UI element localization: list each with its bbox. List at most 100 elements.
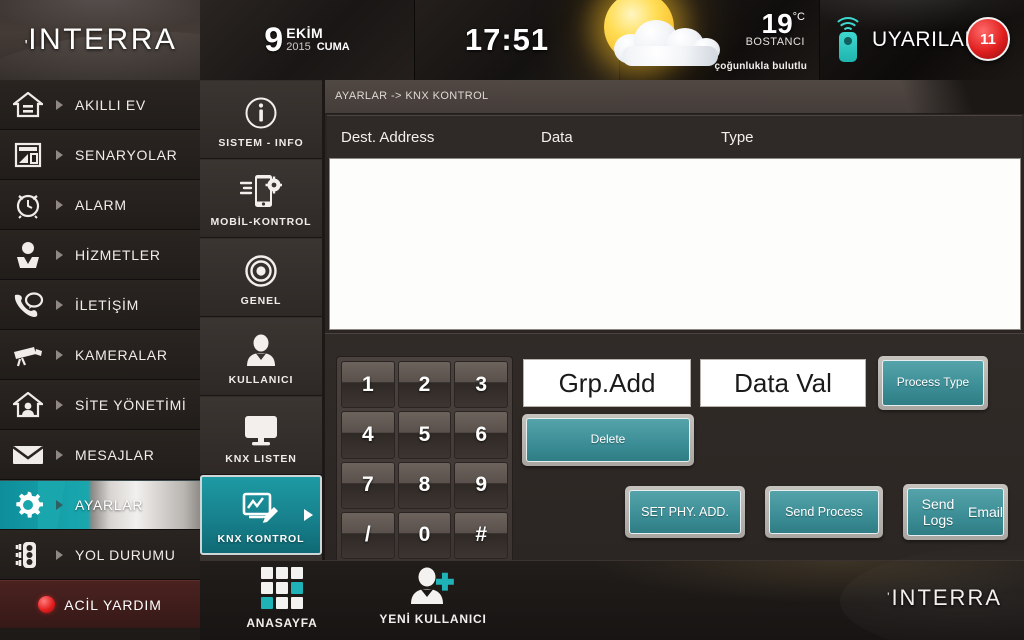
sidebar-item-label: AKILLI EV <box>75 97 146 113</box>
submenu-item-label: MOBİL-KONTROL <box>210 216 312 228</box>
send-process-label: Send Process <box>769 490 879 534</box>
chevron-right-icon <box>56 550 63 560</box>
process-type-button[interactable]: Process Type <box>878 356 988 410</box>
brand-logo-text: INTERRA <box>28 23 178 56</box>
gear-icon <box>0 490 56 520</box>
bottom-brand-text: INTERRA <box>891 585 1002 610</box>
concierge-person-icon <box>0 241 56 269</box>
sidebar-item-yol-durumu[interactable]: YOL DURUMU <box>0 530 200 580</box>
sidebar-item-hizmetler[interactable]: HİZMETLER <box>0 230 200 280</box>
submenu-item-kullanici[interactable]: KULLANICI <box>200 317 322 396</box>
chevron-right-icon <box>56 250 63 260</box>
sidebar-item-site-yonetimi[interactable]: SİTE YÖNETİMİ <box>0 380 200 430</box>
weather-temp-unit: °C <box>792 11 805 23</box>
phone-chat-icon <box>0 292 56 318</box>
process-type-label: Process Type <box>882 360 984 406</box>
app-root: 'INTERRA 9 EKİM 2015 CUMA 17:51 19°C BOS… <box>0 0 1024 640</box>
date-widget[interactable]: 9 EKİM 2015 CUMA <box>200 0 415 80</box>
home-icon <box>0 92 56 118</box>
sidebar-item-akilli-ev[interactable]: AKILLI EV <box>0 80 200 130</box>
keypad-key-0[interactable]: 0 <box>397 511 452 559</box>
weather-widget[interactable]: 19°C BOSTANCI çoğunlukla bulutlu <box>604 0 820 80</box>
submenu-item-knx-listen[interactable]: KNX LISTEN <box>200 396 322 475</box>
delete-label: Delete <box>526 418 690 462</box>
sidebar-item-kameralar[interactable]: KAMERALAR <box>0 330 200 380</box>
keypad-key-1[interactable]: 1 <box>341 361 395 409</box>
bottom-item-label: ANASAYFA <box>246 616 318 630</box>
chevron-right-icon <box>56 400 63 410</box>
keypad-key-8[interactable]: 8 <box>397 461 452 509</box>
sidebar-item-label: SİTE YÖNETİMİ <box>75 397 187 413</box>
keypad-key-6[interactable]: 6 <box>454 411 508 459</box>
breadcrumb: AYARLAR -> KNX KONTROL <box>335 90 489 102</box>
keypad-key-3[interactable]: 3 <box>454 361 508 409</box>
knx-table-body[interactable] <box>329 158 1021 330</box>
chevron-right-icon <box>304 509 313 521</box>
bottom-bar: ANASAYFA YENİ KULLANICI 'INTERRA <box>200 541 1024 640</box>
keypad-key-2[interactable]: 2 <box>397 361 452 409</box>
keypad-key-7[interactable]: 7 <box>341 461 395 509</box>
add-user-icon <box>407 567 459 605</box>
sidebar-item-label: YOL DURUMU <box>75 547 176 563</box>
scenario-window-icon <box>0 142 56 168</box>
date-inner: 9 EKİM 2015 CUMA <box>264 23 349 57</box>
mobile-gear-icon <box>240 169 282 209</box>
clock-widget[interactable]: 17:51 <box>415 0 620 80</box>
envelope-icon <box>0 444 56 466</box>
keypad-key-5[interactable]: 5 <box>397 411 452 459</box>
emergency-help-label: ACİL YARDIM <box>64 596 162 613</box>
submenu-item-label: SISTEM - INFO <box>218 137 304 149</box>
weather-description: çoğunlukla bulutlu <box>714 61 807 72</box>
brand-logo-cell: 'INTERRA <box>0 0 200 80</box>
delete-button[interactable]: Delete <box>522 414 694 466</box>
send-logs-email-line2: Email <box>967 503 1003 520</box>
emergency-help-button[interactable]: ACİL YARDIM <box>0 580 200 628</box>
main-sidebar: AKILLI EV SENARYOLAR ALARM HİZMETLER İLE… <box>0 80 200 640</box>
target-circles-icon <box>244 248 278 288</box>
traffic-light-icon <box>0 541 56 569</box>
keypad-key-9[interactable]: 9 <box>454 461 508 509</box>
sidebar-item-senaryolar[interactable]: SENARYOLAR <box>0 130 200 180</box>
sidebar-item-label: İLETİŞİM <box>75 297 139 313</box>
submenu-item-knx-kontrol[interactable]: KNX KONTROL <box>200 475 322 555</box>
data-value-input[interactable]: Data Val <box>700 359 866 407</box>
keypad-key-slash[interactable]: / <box>341 511 395 559</box>
bottom-brand-tick: ' <box>887 590 892 604</box>
send-logs-email-label: Send Logs Email <box>907 488 1004 536</box>
date-weekday: CUMA <box>316 41 350 54</box>
column-header-data: Data <box>541 128 573 146</box>
remote-control-icon <box>833 17 863 62</box>
chevron-right-icon <box>56 100 63 110</box>
grid-apps-icon <box>261 567 303 609</box>
submenu-item-mobil-kontrol[interactable]: MOBİL-KONTROL <box>200 159 322 238</box>
keypad-key-4[interactable]: 4 <box>341 411 395 459</box>
sidebar-item-alarm[interactable]: ALARM <box>0 180 200 230</box>
alerts-widget[interactable]: UYARILAR 11 <box>820 0 1024 80</box>
column-header-type: Type <box>721 128 754 146</box>
sidebar-item-label: MESAJLAR <box>75 447 155 463</box>
chevron-right-icon <box>56 200 63 210</box>
keypad-key-hash[interactable]: # <box>454 511 508 559</box>
submenu-item-label: KNX LISTEN <box>225 453 297 465</box>
bottom-item-anasayfa[interactable]: ANASAYFA <box>222 567 342 630</box>
settings-submenu: SISTEM - INFO MOBİL-KONTROL GENEL KULLAN… <box>200 80 322 560</box>
sidebar-item-ayarlar[interactable]: AYARLAR <box>0 480 200 530</box>
send-logs-email-button[interactable]: Send Logs Email <box>903 484 1008 540</box>
chevron-right-icon <box>56 450 63 460</box>
sidebar-item-label: SENARYOLAR <box>75 147 178 163</box>
weather-temp-value: 19 <box>761 8 793 39</box>
bottom-item-yeni-kullanici[interactable]: YENİ KULLANICI <box>373 567 493 626</box>
set-physical-address-button[interactable]: SET PHY. ADD. <box>625 486 745 538</box>
sidebar-item-iletisim[interactable]: İLETİŞİM <box>0 280 200 330</box>
knx-table-header: Dest. Address Data Type <box>327 115 1022 158</box>
knx-control-panel: 1 2 3 4 5 6 7 8 9 / 0 # Grp.Add Data Val… <box>325 333 1024 564</box>
send-process-button[interactable]: Send Process <box>765 486 883 538</box>
submenu-item-sistem-info[interactable]: SISTEM - INFO <box>200 80 322 159</box>
sidebar-item-mesajlar[interactable]: MESAJLAR <box>0 430 200 480</box>
alarm-clock-icon <box>0 191 56 219</box>
chevron-right-icon <box>56 300 63 310</box>
submenu-item-genel[interactable]: GENEL <box>200 238 322 317</box>
alerts-count-badge: 11 <box>966 17 1010 61</box>
date-details: EKİM 2015 CUMA <box>286 26 349 53</box>
group-address-input[interactable]: Grp.Add <box>523 359 691 407</box>
